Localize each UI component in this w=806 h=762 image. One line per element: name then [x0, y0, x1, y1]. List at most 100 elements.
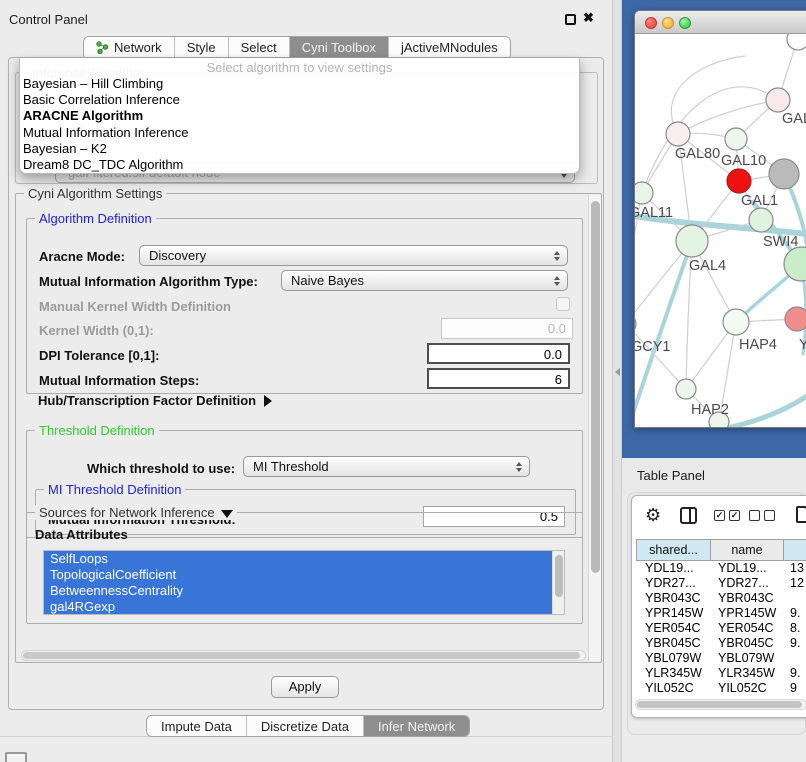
aracne-mode-combobox[interactable]: Discovery: [139, 245, 568, 266]
network-node-gal[interactable]: [766, 88, 790, 112]
node-label: GAL1: [741, 193, 778, 209]
tab-network[interactable]: Network: [84, 37, 174, 57]
tab-select[interactable]: Select: [228, 37, 289, 57]
data-attribute-item[interactable]: TopologicalCoefficient: [44, 567, 564, 583]
settings-vertical-scrollbar[interactable]: [588, 195, 601, 661]
network-node-gcy1[interactable]: [635, 314, 636, 334]
table-cell: YBR043C: [636, 591, 711, 606]
data-attribute-item[interactable]: SelfLoops: [44, 551, 564, 567]
combo-arrows-icon: [554, 251, 560, 261]
table-row[interactable]: YDL19...YDL19...13: [636, 561, 806, 576]
scrollbar-thumb[interactable]: [23, 652, 580, 659]
algorithm-option[interactable]: Basic Correlation Inference: [20, 92, 579, 108]
network-view-window[interactable]: GALGAL80GAL10GAL1GAL11SWI4GAL4GCY1HAP4YH…: [634, 10, 806, 428]
network-node-gal10[interactable]: [725, 128, 747, 150]
network-node[interactable]: [787, 34, 806, 50]
network-window-titlebar[interactable]: [635, 11, 806, 34]
algorithm-option[interactable]: ARACNE Algorithm: [20, 108, 579, 124]
tab-infer-network[interactable]: Infer Network: [363, 716, 469, 736]
split-columns-icon[interactable]: [680, 507, 697, 524]
deselect-all-checkboxes-icon[interactable]: [749, 510, 775, 521]
mi-type-combobox[interactable]: Naive Bayes: [281, 270, 568, 291]
column-header-shared-name[interactable]: shared...: [636, 539, 711, 561]
network-graph: GALGAL80GAL10GAL1GAL11SWI4GAL4GCY1HAP4YH…: [635, 34, 806, 428]
node-label: GAL11: [635, 205, 673, 221]
scrollbar-thumb[interactable]: [555, 555, 563, 597]
data-attributes-items: SelfLoopsTopologicalCoefficientBetweenne…: [44, 551, 564, 615]
table-row[interactable]: YBR043CYBR043C: [636, 591, 806, 606]
table-row[interactable]: YLR345WYLR345W9.: [636, 666, 806, 681]
algorithm-option[interactable]: Mutual Information Inference: [20, 125, 579, 141]
table-cell: 9.: [785, 666, 806, 681]
screen: Control Panel ✖ Network Style Select Cyn…: [0, 0, 806, 762]
network-canvas[interactable]: GALGAL80GAL10GAL1GAL11SWI4GAL4GCY1HAP4YH…: [635, 34, 806, 428]
scrollbar-thumb[interactable]: [637, 701, 802, 708]
node-label: GAL: [782, 111, 806, 127]
table-row[interactable]: YBL079WYBL079W: [636, 651, 806, 666]
table-header-row: shared... name: [636, 539, 806, 561]
network-node-gal80[interactable]: [666, 122, 690, 146]
mi-steps-field[interactable]: 6: [427, 368, 570, 389]
network-node[interactable]: [769, 159, 799, 189]
dpi-tolerance-field[interactable]: 0.0: [427, 343, 570, 364]
table-cell: YER054C: [711, 621, 785, 636]
network-node-hap4[interactable]: [723, 309, 749, 335]
tab-discretize-data[interactable]: Discretize Data: [246, 716, 363, 736]
data-attributes-list[interactable]: SelfLoopsTopologicalCoefficientBetweenne…: [43, 550, 565, 615]
algorithm-option[interactable]: Dream8 DC_TDC Algorithm: [20, 157, 579, 173]
table-row[interactable]: YIL052CYIL052C9: [636, 681, 806, 692]
network-edge[interactable]: [678, 100, 778, 134]
node-label: HAP4: [739, 337, 777, 353]
network-node-gal11[interactable]: [635, 182, 653, 204]
settings-horizontal-scrollbar[interactable]: [21, 650, 586, 661]
kernel-width-field[interactable]: 0.0: [441, 318, 573, 339]
tab-cyni-toolbox[interactable]: Cyni Toolbox: [289, 37, 388, 57]
hub-definition-expander[interactable]: Hub/Transcription Factor Definition: [38, 393, 272, 408]
table-cell: YBL079W: [636, 651, 711, 666]
data-attribute-item[interactable]: BetweennessCentrality: [44, 583, 564, 599]
minimize-traffic-light[interactable]: [662, 17, 674, 29]
manual-kernel-checkbox[interactable]: [556, 297, 570, 311]
column-header-clipped[interactable]: [783, 539, 806, 561]
control-panel: Control Panel ✖ Network Style Select Cyn…: [0, 0, 612, 737]
tab-style[interactable]: Style: [174, 37, 228, 57]
minimized-panel-chip[interactable]: [5, 752, 27, 762]
which-threshold-combobox[interactable]: MI Threshold: [243, 456, 530, 477]
data-attribute-item[interactable]: gal4RGexp: [44, 599, 564, 615]
tab-jactivemnodules[interactable]: jActiveMNodules: [388, 37, 510, 57]
document-icon[interactable]: [796, 506, 806, 523]
list-vertical-scrollbar[interactable]: [552, 551, 564, 614]
panel-splitter[interactable]: [612, 0, 622, 762]
table-horizontal-scrollbar[interactable]: [635, 699, 806, 710]
data-attributes-label: Data Attributes: [35, 527, 128, 542]
table-row[interactable]: YER054CYER054C8.: [636, 621, 806, 636]
aracne-mode-label: Aracne Mode:: [39, 249, 125, 264]
network-node-gal1[interactable]: [727, 169, 751, 193]
algorithm-option[interactable]: Bayesian – Hill Climbing: [20, 76, 579, 92]
tab-impute-data[interactable]: Impute Data: [147, 716, 246, 736]
apply-button[interactable]: Apply: [271, 676, 339, 698]
zoom-traffic-light[interactable]: [679, 17, 691, 29]
table-cell: 9: [785, 681, 806, 692]
splitter-handle-icon[interactable]: [615, 368, 620, 376]
network-node-swi4[interactable]: [749, 208, 773, 232]
algorithm-option[interactable]: Bayesian – K2: [20, 141, 579, 157]
select-all-checkboxes-icon[interactable]: ✓ ✓: [714, 510, 740, 521]
close-icon[interactable]: ✖: [583, 10, 594, 26]
network-node-hap2[interactable]: [676, 379, 696, 399]
tab-label: Cyni Toolbox: [302, 40, 376, 55]
column-header-name[interactable]: name: [710, 539, 784, 561]
table-row[interactable]: YBR045CYBR045C9.: [636, 636, 806, 651]
table-row[interactable]: YPR145WYPR145W9.: [636, 606, 806, 621]
table-cell: 8.: [785, 621, 806, 636]
table-cell: YDL19...: [711, 561, 785, 576]
gear-icon[interactable]: ⚙: [645, 505, 661, 526]
sources-group-title[interactable]: Sources for Network Inference: [35, 505, 237, 520]
float-window-icon[interactable]: [565, 14, 576, 25]
network-node-gal4[interactable]: [676, 225, 708, 257]
network-edge[interactable]: [642, 87, 778, 193]
network-node-y[interactable]: [785, 307, 806, 331]
table-row[interactable]: YDR27...YDR27...12: [636, 576, 806, 591]
scrollbar-thumb[interactable]: [591, 201, 600, 573]
close-traffic-light[interactable]: [645, 17, 657, 29]
